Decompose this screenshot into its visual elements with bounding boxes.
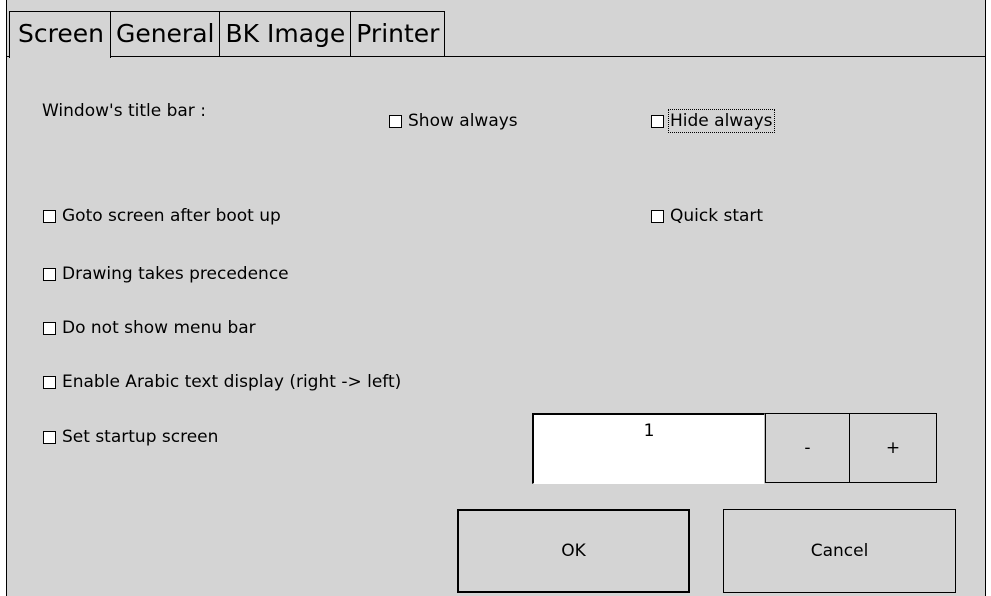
goto-screen-checkbox[interactable]: Goto screen after boot up [43,206,281,226]
checkbox-box[interactable] [651,209,664,223]
cancel-button[interactable]: Cancel [723,509,956,593]
checkbox-box[interactable] [43,375,56,389]
tab-bar: Screen General BK Image Printer [9,11,446,58]
quick-start-label: Quick start [670,206,764,226]
ok-button[interactable]: OK [457,509,690,593]
goto-screen-label: Goto screen after boot up [62,206,281,226]
startup-screen-checkbox[interactable]: Set startup screen [43,427,218,447]
title-bar-label: Window's title bar : [42,101,206,121]
tab-screen[interactable]: Screen [9,11,111,58]
tab-content-border [6,56,986,57]
checkbox-box[interactable] [43,209,56,223]
hide-always-label: Hide always [668,109,775,133]
checkbox-box[interactable] [43,267,56,281]
dialog-frame [6,0,986,596]
no-menu-bar-label: Do not show menu bar [62,318,256,338]
tab-general[interactable]: General [109,11,221,57]
decrement-button[interactable]: - [765,413,850,483]
tab-bk-image[interactable]: BK Image [219,11,352,57]
tab-printer[interactable]: Printer [350,11,446,57]
no-menu-bar-checkbox[interactable]: Do not show menu bar [43,318,256,338]
drawing-precedence-label: Drawing takes precedence [62,264,289,284]
quick-start-checkbox[interactable]: Quick start [651,206,763,226]
increment-button[interactable]: + [849,413,937,483]
checkbox-box[interactable] [43,321,56,335]
show-always-checkbox[interactable]: Show always [389,111,518,131]
show-always-label: Show always [408,111,518,131]
hide-always-checkbox[interactable]: Hide always [651,109,775,133]
checkbox-box[interactable] [43,430,56,444]
drawing-precedence-checkbox[interactable]: Drawing takes precedence [43,264,289,284]
startup-screen-label: Set startup screen [62,427,219,447]
checkbox-box[interactable] [389,114,402,128]
startup-screen-field[interactable]: 1 [532,413,765,484]
checkbox-box[interactable] [651,114,664,128]
arabic-text-label: Enable Arabic text display (right -> lef… [62,372,402,392]
arabic-text-checkbox[interactable]: Enable Arabic text display (right -> lef… [43,372,401,392]
